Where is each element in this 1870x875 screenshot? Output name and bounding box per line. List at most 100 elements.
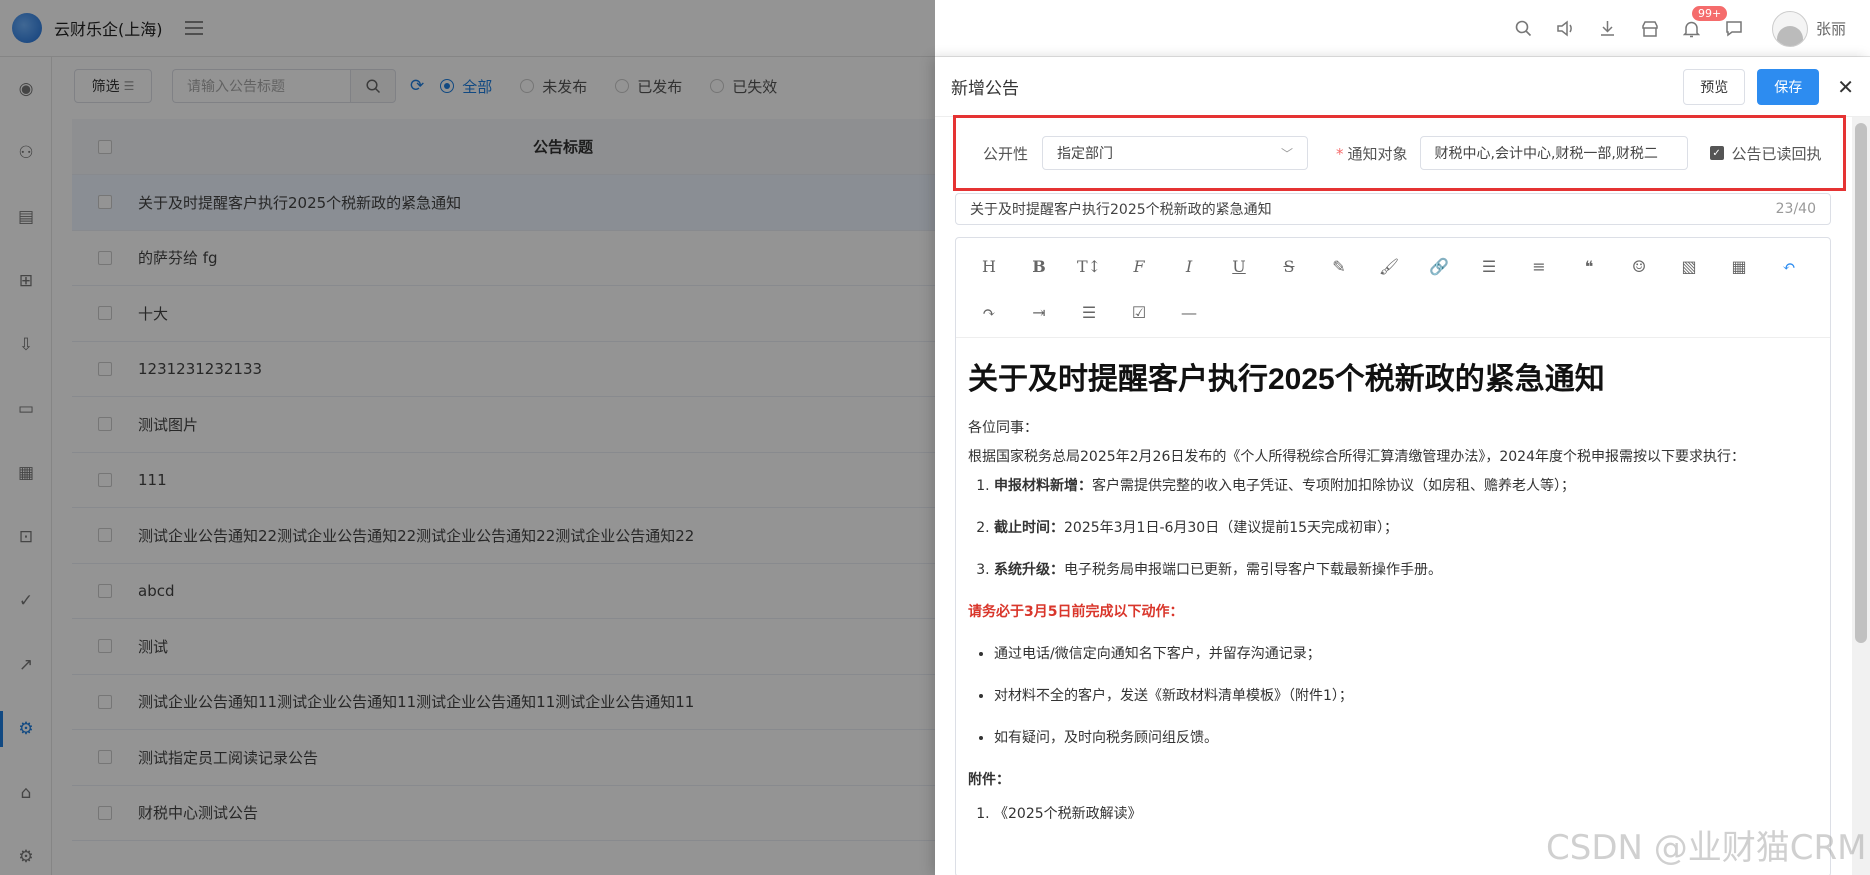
checkbox-checked-icon: ✓ — [1709, 146, 1724, 160]
save-button[interactable]: 保存 — [1757, 68, 1820, 105]
calendar-icon[interactable]: ▦ — [0, 441, 52, 505]
close-icon[interactable]: ✕ — [1837, 75, 1854, 99]
bullet-list-icon[interactable]: ☰ — [1464, 244, 1514, 288]
target-label: * 通知对象 — [1336, 144, 1408, 163]
underline-icon[interactable]: U — [1214, 244, 1264, 288]
read-receipt-checkbox[interactable]: ✓ 公告已读回执 — [1709, 143, 1822, 164]
top-bar: 云财乐企(上海) 99+ 张丽 — [0, 0, 1870, 57]
list-item: 通过电话/微信定向通知名下客户，并留存沟通记录； — [994, 644, 1818, 664]
quote-icon[interactable]: ❝ — [1564, 244, 1614, 288]
collapse-menu-icon[interactable] — [184, 21, 203, 35]
chart-icon[interactable]: ↗ — [0, 633, 52, 697]
watermark: CSDN @业财猫CRM — [1546, 828, 1867, 868]
title-input[interactable]: 关于及时提醒客户执行2025个税新政的紧急通知 23/40 — [955, 193, 1831, 225]
table-icon[interactable]: ▦ — [1714, 244, 1764, 288]
drawer-header: 新增公告 预览 保存 ✕ — [935, 57, 1870, 117]
target-field[interactable]: 财税中心,会计中心,财税一部,财税二 — [1419, 136, 1688, 170]
search-icon — [365, 78, 380, 93]
italic-icon[interactable]: I — [1164, 244, 1214, 288]
action-list: 通过电话/微信定向通知名下客户，并留存沟通记录； 对材料不全的客户，发送《新政材… — [968, 644, 1818, 748]
publish-settings-row: 公开性 指定部门 ﹀ * 通知对象 财税中心,会计中心,财税一部,财税二 ✓ 公告… — [957, 123, 1844, 183]
card-icon[interactable]: ▭ — [0, 377, 52, 441]
content-intro: 根据国家税务总局2025年2月26日发布的《个人所得税综合所得汇算清缴管理办法》… — [968, 449, 1745, 465]
radio-published[interactable]: 已发布 — [615, 76, 682, 97]
message-settings-icon[interactable] — [1724, 19, 1744, 39]
visibility-select[interactable]: 指定部门 ﹀ — [1042, 136, 1309, 170]
filter-icon: ☰ — [123, 79, 135, 93]
todo-icon[interactable]: ☑ — [1114, 291, 1164, 335]
requirement-list: 申报材料新增：客户需提供完整的收入电子凭证、专项附加扣除协议（如房租、赡养老人等… — [968, 476, 1818, 580]
title-char-count: 23/40 — [1775, 201, 1816, 217]
drawer-title: 新增公告 — [951, 79, 1019, 99]
align-icon[interactable]: ≡ — [1514, 244, 1564, 288]
emoji-icon[interactable]: ☺ — [1614, 244, 1664, 288]
divider-icon[interactable]: — — [1164, 291, 1214, 335]
row-checkbox[interactable] — [98, 528, 112, 543]
indent-icon[interactable]: ⇥ — [1014, 291, 1064, 335]
select-all-checkbox[interactable] — [98, 139, 112, 154]
editor-content[interactable]: 关于及时提醒客户执行2025个税新政的紧急通知 各位同事： 根据国家税务总局20… — [956, 338, 1830, 860]
location-icon[interactable]: ◉ — [0, 57, 52, 121]
filter-bar: 筛选 ☰ ⟳ 全部 未发布 已发布 已失效 — [74, 69, 777, 103]
strikethrough-icon[interactable]: S — [1264, 244, 1314, 288]
line-height-icon[interactable]: ☰ — [1064, 291, 1114, 335]
presentation-icon[interactable]: ⊡ — [0, 505, 52, 569]
deadline-note: 请务必于3月5日前完成以下动作： — [968, 604, 1184, 620]
row-checkbox[interactable] — [98, 805, 112, 820]
new-announcement-drawer: 新增公告 预览 保存 ✕ 公开性 指定部门 ﹀ * 通知对象 财税中心,会计中心,… — [935, 57, 1870, 875]
logo-icon — [12, 13, 42, 43]
font-family-icon[interactable]: F — [1114, 244, 1164, 288]
bell-icon[interactable]: 99+ — [1682, 5, 1728, 39]
row-checkbox[interactable] — [98, 583, 112, 598]
store-icon[interactable] — [1640, 19, 1660, 39]
document-icon[interactable]: ▤ — [0, 185, 52, 249]
row-checkbox[interactable] — [98, 639, 112, 654]
image-icon[interactable]: ▧ — [1664, 244, 1714, 288]
user-menu[interactable]: 张丽 — [1771, 10, 1846, 47]
list-item: 申报材料新增：客户需提供完整的收入电子凭证、专项附加扣除协议（如房租、赡养老人等… — [994, 476, 1818, 496]
list-item: 如有疑问，及时向税务顾问组反馈。 — [994, 728, 1818, 748]
check-circle-icon[interactable]: ✓ — [0, 569, 52, 633]
brush-icon[interactable]: 🖌 — [1364, 244, 1414, 288]
row-checkbox[interactable] — [98, 472, 112, 487]
search-button[interactable] — [350, 69, 396, 103]
column-header-title: 公告标题 — [532, 138, 593, 156]
speaker-icon[interactable] — [1556, 19, 1576, 39]
filter-button-label: 筛选 — [91, 79, 120, 95]
redo-icon[interactable]: ↷ — [964, 291, 1014, 335]
settings-icon[interactable]: ⚙ — [0, 697, 52, 761]
heading-icon[interactable]: H — [964, 244, 1014, 288]
row-checkbox[interactable] — [98, 195, 112, 210]
highlight-pen-icon[interactable]: ✎ — [1314, 244, 1364, 288]
link-icon[interactable]: 🔗 — [1414, 244, 1464, 288]
sidebar: ◉ ⚇ ▤ ⊞ ⇩ ▭ ▦ ⊡ ✓ ↗ ⚙ ⌂ ⚙ — [0, 57, 52, 875]
calendar-plus-icon[interactable]: ⊞ — [0, 249, 52, 313]
download-icon[interactable] — [1598, 19, 1618, 39]
search-input[interactable] — [172, 69, 350, 103]
inbox-download-icon[interactable]: ⇩ — [0, 313, 52, 377]
radio-unpublished[interactable]: 未发布 — [520, 76, 587, 97]
row-checkbox[interactable] — [98, 417, 112, 432]
row-checkbox[interactable] — [98, 694, 112, 709]
rich-text-editor: H B T↕ F I U S ✎ 🖌 🔗 ☰ ≡ ❝ ☺ ▧ ▦ ↶ ↷ ⇥ ☰… — [955, 237, 1831, 875]
radio-expired[interactable]: 已失效 — [710, 76, 777, 97]
drawer-scrollbar[interactable] — [1852, 117, 1870, 875]
row-checkbox[interactable] — [98, 306, 112, 321]
users-icon[interactable]: ⚇ — [0, 121, 52, 185]
company-name[interactable]: 云财乐企(上海) — [54, 16, 163, 40]
store-icon[interactable]: ⌂ — [0, 761, 52, 825]
bold-icon[interactable]: B — [1014, 244, 1064, 288]
row-checkbox[interactable] — [98, 361, 112, 376]
undo-icon[interactable]: ↶ — [1764, 244, 1814, 288]
row-checkbox[interactable] — [98, 750, 112, 765]
scrollbar-thumb[interactable] — [1855, 123, 1867, 643]
font-size-icon[interactable]: T↕ — [1064, 244, 1114, 288]
gear-icon[interactable]: ⚙ — [0, 825, 52, 875]
row-checkbox[interactable] — [98, 250, 112, 265]
filter-button[interactable]: 筛选 ☰ — [74, 69, 152, 103]
search-icon[interactable] — [1514, 19, 1534, 39]
refresh-icon[interactable]: ⟳ — [410, 76, 424, 96]
visibility-label: 公开性 — [983, 144, 1029, 163]
preview-button[interactable]: 预览 — [1683, 68, 1746, 105]
radio-all[interactable]: 全部 — [440, 76, 492, 97]
